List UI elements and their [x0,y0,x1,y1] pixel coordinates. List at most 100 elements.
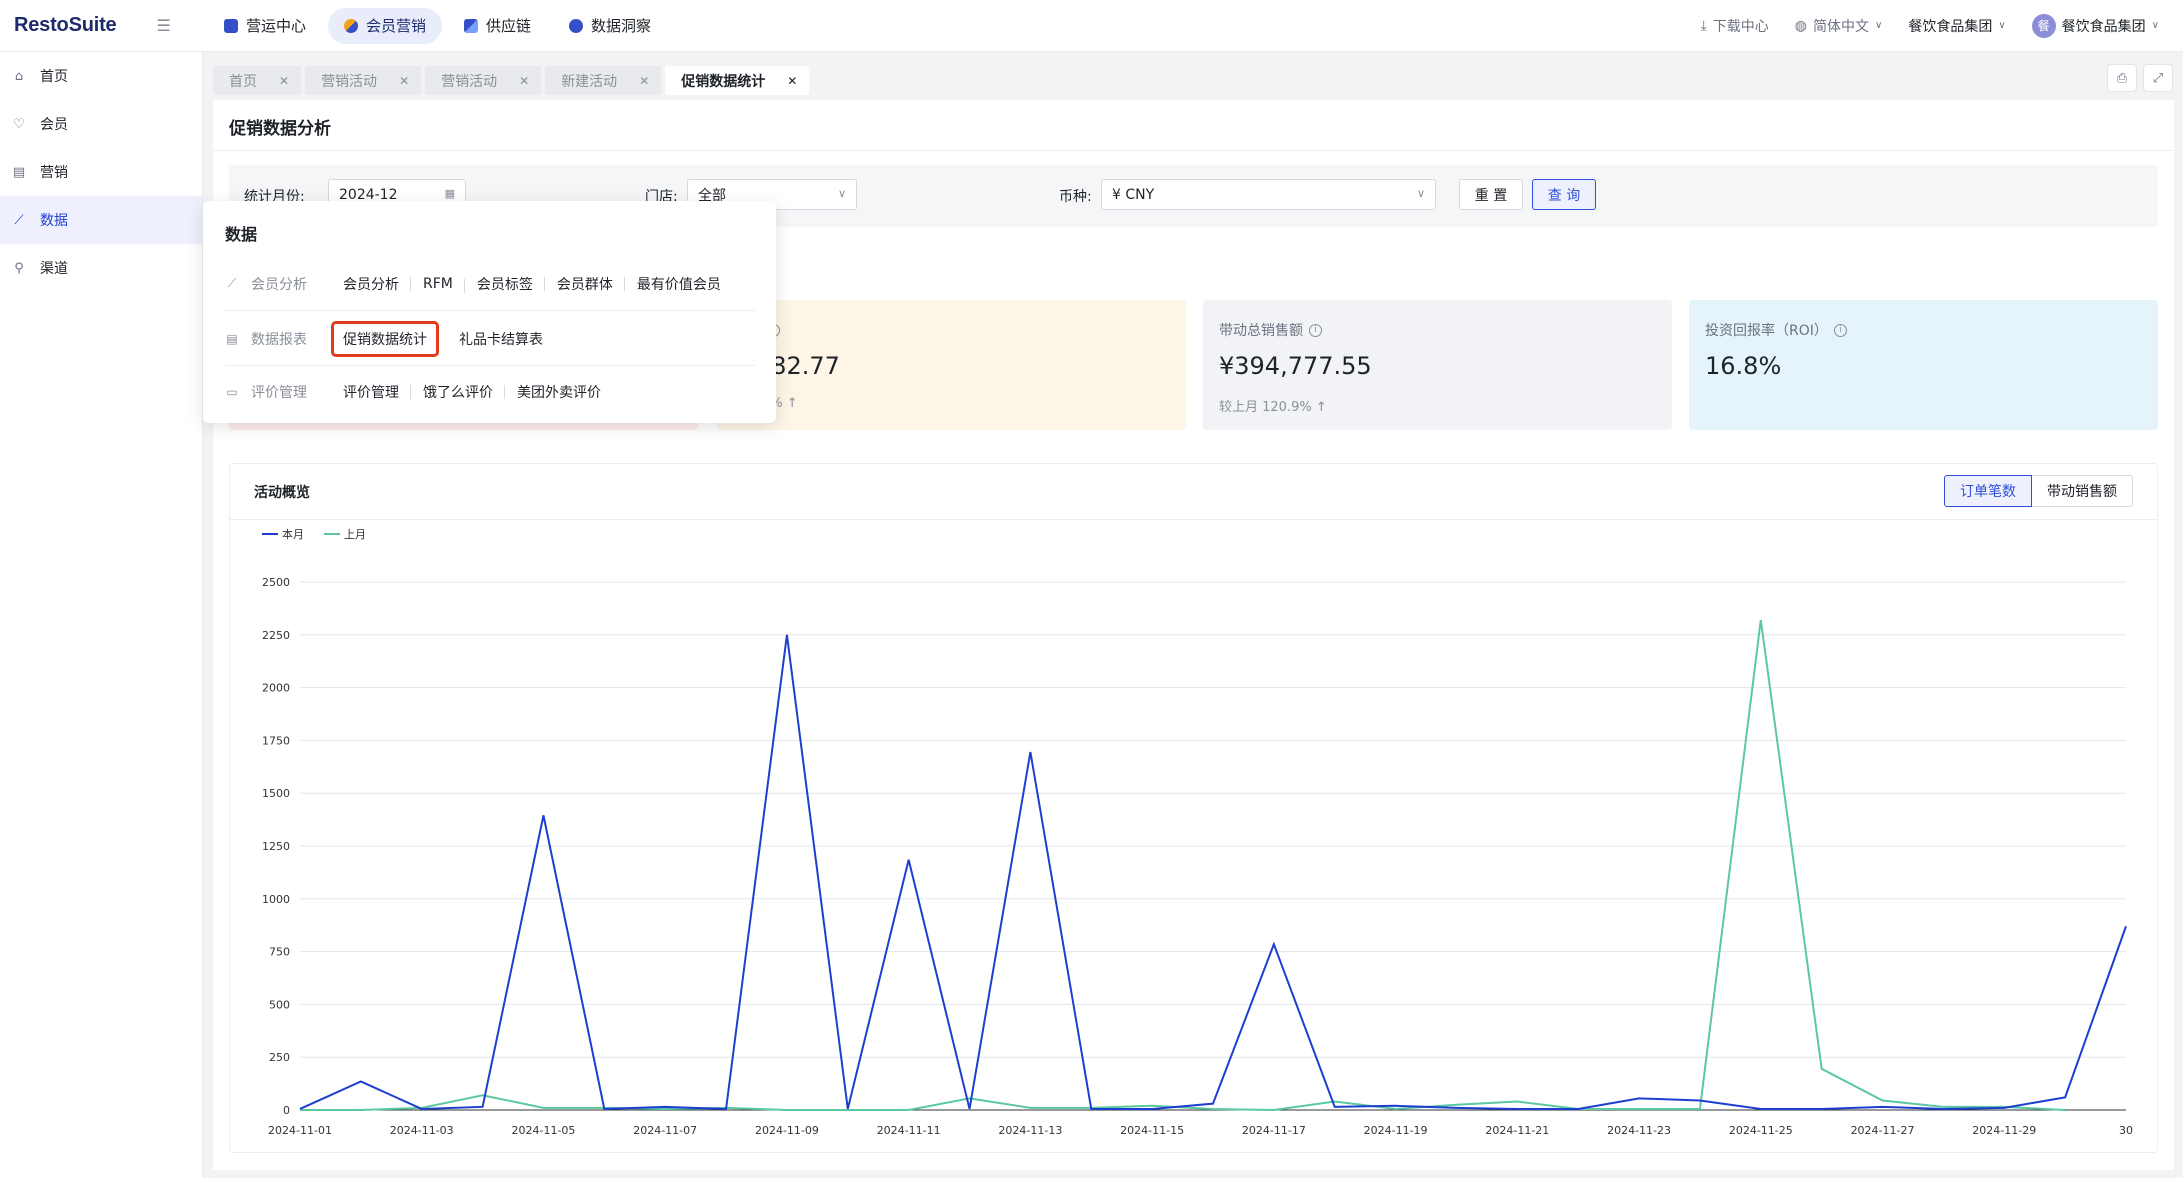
tab-home[interactable]: 首页 ✕ [213,66,302,95]
y-tick-label: 1500 [262,787,290,800]
tab-new-activity[interactable]: 新建活动 ✕ [545,66,662,95]
supply-chain-icon [464,18,479,33]
top-nav: 营运中心 会员营销 供应链 数据洞察 [208,7,667,44]
chevron-down-icon: ∨ [1875,20,1883,31]
y-tick-label: 2000 [262,682,290,695]
x-tick-label: 2024-11-21 [1485,1124,1549,1137]
tab-tools: ⎙ ⤢ [2107,64,2173,92]
x-tick-label: 2024-11-15 [1120,1124,1184,1137]
chevron-down-icon: ∨ [837,187,846,200]
download-center[interactable]: ⤓ 下载中心 [1701,16,1769,36]
fullscreen-icon[interactable]: ⤢ [2143,64,2173,92]
stat-card-amount: 金额i 7,882.77 206.4% ↑ [717,300,1186,430]
tab-promo-stats[interactable]: 促销数据统计 ✕ [665,66,810,95]
x-tick-label: 2024-11-01 [268,1124,332,1137]
topnav-supply-chain[interactable]: 供应链 [448,8,547,44]
x-tick-label: 2024-11-27 [1851,1124,1915,1137]
currency-select[interactable]: ¥ CNY ∨ [1101,179,1436,210]
stat-value: ¥394,777.55 [1219,352,1372,380]
data-icon: ⟋ [14,212,24,228]
user-menu[interactable]: 餐餐饮食品集团 ∨ [2031,13,2159,38]
activity-overview-card: 活动概览 订单笔数 带动销售额 0 250 500 750 1000 1250 1500 17… [229,463,2158,1153]
close-icon[interactable]: ✕ [787,74,797,88]
close-icon[interactable]: ✕ [399,74,409,88]
y-tick-label: 2500 [262,576,290,589]
chart-line-icon: ⟋ [227,276,237,290]
sidebar-item-data[interactable]: ⟋ 数据 [0,196,202,244]
menu-title: 数据 [225,225,258,244]
x-tick-label: 2024-11-07 [633,1124,697,1137]
tab-marketing-activity-2[interactable]: 营销活动 ✕ [425,66,542,95]
x-tick-label: 2024-11-05 [511,1124,575,1137]
y-tick-label: 250 [269,1051,290,1064]
tabs-bar: 首页 ✕ 营销活动 ✕ 营销活动 ✕ 新建活动 ✕ 促销数据统计 ✕ ⎙ ⤢ [203,52,2183,100]
x-tick-label: 30 [2119,1124,2133,1137]
menu-link-promo-stats[interactable]: 促销数据统计 [331,320,439,357]
y-tick-label: 0 [283,1104,290,1117]
logo[interactable]: RestoSuite ☰ [0,14,178,37]
menu-link-eleme-reviews[interactable]: 饿了么评价 [411,382,505,402]
x-tick-label: 2024-11-11 [877,1124,941,1137]
chart-title: 活动概览 [254,485,310,501]
sidebar: ⌂ 首页 ♡ 会员 ▤ 营销 ⟋ 数据 ⚲ 渠道 [0,52,203,1178]
close-icon[interactable]: ✕ [519,74,529,88]
top-bar: RestoSuite ☰ 营运中心 会员营销 供应链 数据洞察 ⤓ 下载中心 ◍ 简… [0,0,2183,52]
menu-link-rfm[interactable]: RFM [411,276,465,293]
sidebar-item-member[interactable]: ♡ 会员 [0,100,202,148]
menu-group-reports: ▤ 数据报表 促销数据统计 礼品卡结算表 [225,312,755,366]
calendar-icon: ▦ [444,187,455,200]
report-icon: ▤ [226,331,238,346]
x-tick-label: 2024-11-09 [755,1124,819,1137]
sidebar-item-channel[interactable]: ⚲ 渠道 [0,244,202,292]
menu-collapse-icon[interactable]: ☰ [156,16,170,35]
menu-group-reviews: ▭ 评价管理 评价管理 饿了么评价 美团外卖评价 [225,365,755,419]
stat-value: 16.8% [1705,352,1782,380]
x-tick-label: 2024-11-17 [1242,1124,1306,1137]
x-tick-label: 2024-11-19 [1364,1124,1428,1137]
legend-label: 本月 [282,527,304,541]
comment-icon: ▭ [226,385,238,399]
close-icon[interactable]: ✕ [639,74,649,88]
reset-button[interactable]: 重 置 [1459,179,1523,210]
x-tick-label: 2024-11-13 [998,1124,1062,1137]
print-icon[interactable]: ⎙ [2107,64,2137,92]
top-right-tools: ⤓ 下载中心 ◍ 简体中文 ∨ 餐饮食品集团 ∨ 餐餐饮食品集团 ∨ [1701,13,2183,38]
tab-marketing-activity[interactable]: 营销活动 ✕ [305,66,422,95]
topnav-operations[interactable]: 营运中心 [208,8,322,44]
x-tick-label: 2024-11-23 [1607,1124,1671,1137]
menu-link-mvp-members[interactable]: 最有价值会员 [625,274,733,294]
page-title: 促销数据分析 [229,119,331,139]
info-icon[interactable]: i [1833,323,1847,337]
y-tick-label: 1250 [262,840,290,853]
series-line-本月 [299,634,2127,1110]
menu-link-review-management[interactable]: 评价管理 [331,382,411,402]
chevron-down-icon: ∨ [1998,20,2006,31]
menu-link-member-analysis[interactable]: 会员分析 [331,274,411,294]
menu-link-giftcard-settlement[interactable]: 礼品卡结算表 [447,329,555,349]
close-icon[interactable]: ✕ [279,74,289,88]
chevron-down-icon: ∨ [2151,20,2159,31]
info-icon[interactable]: i [1309,323,1322,337]
menu-link-meituan-reviews[interactable]: 美团外卖评价 [505,382,613,402]
topnav-data-insight[interactable]: 数据洞察 [553,8,667,44]
org-select[interactable]: 餐饮食品集团 ∨ [1908,16,2005,36]
y-tick-label: 750 [269,946,290,959]
menu-link-member-tags[interactable]: 会员标签 [465,274,545,294]
x-tick-label: 2024-11-25 [1729,1124,1793,1137]
brand-name: RestoSuite [14,14,117,36]
globe-icon: ◍ [1794,17,1808,34]
chevron-down-icon: ∨ [1416,187,1425,200]
member-marketing-icon [344,18,359,33]
query-button[interactable]: 查 询 [1532,179,1596,210]
toggle-sales-driven[interactable]: 带动销售额 [2032,475,2133,507]
sidebar-item-home[interactable]: ⌂ 首页 [0,52,202,100]
y-tick-label: 1000 [262,893,290,906]
y-tick-label: 1750 [262,734,290,747]
menu-link-member-groups[interactable]: 会员群体 [545,274,625,294]
download-icon: ⤓ [1700,17,1707,34]
language-select[interactable]: ◍ 简体中文 ∨ [1795,16,1883,36]
toggle-order-count[interactable]: 订单笔数 [1944,475,2032,507]
sidebar-item-marketing[interactable]: ▤ 营销 [0,148,202,196]
menu-group-member-analysis: ⟋ 会员分析 会员分析 RFM 会员标签 会员群体 最有价值会员 [225,257,755,311]
topnav-member-marketing[interactable]: 会员营销 [328,7,443,44]
